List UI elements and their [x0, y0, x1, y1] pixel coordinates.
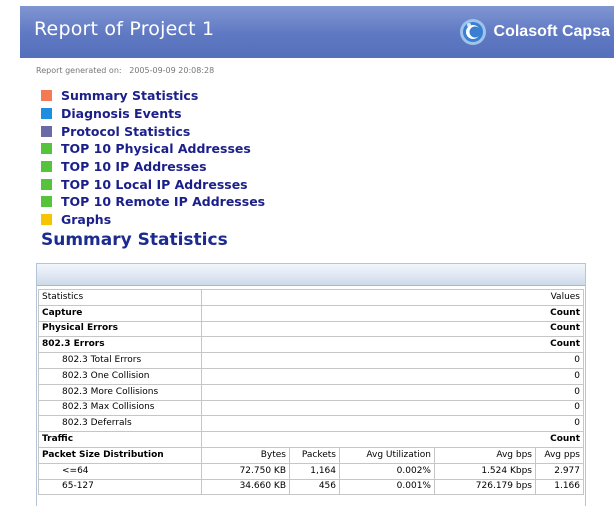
- table-row: Capture Count: [38, 304, 584, 322]
- row-label-traffic: Traffic: [38, 431, 202, 448]
- table-row: 802.3 More Collisions 0: [38, 383, 584, 401]
- table-row: 802.3 Max Collisions 0: [38, 399, 584, 417]
- brand-name: Colasoft Capsa: [493, 23, 610, 40]
- bullet-square-icon: [41, 125, 52, 137]
- packet-size-header-row: Packet Size Distribution Bytes Packets A…: [38, 446, 584, 464]
- row-label: 802.3 Deferrals: [38, 415, 202, 433]
- table-row: Physical Errors Count: [38, 320, 584, 338]
- toc-link-diagnosis-events[interactable]: Diagnosis Events: [61, 106, 182, 121]
- table-row: 802.3 Errors Count: [38, 336, 584, 354]
- bytes-cell: 34.660 KB: [201, 478, 290, 496]
- toc-item: Protocol Statistics: [41, 122, 265, 140]
- row-label-packet-size-distribution: Packet Size Distribution: [38, 446, 202, 464]
- row-value: Count: [201, 431, 584, 448]
- bullet-square-icon: [41, 108, 52, 120]
- row-label: 802.3 Max Collisions: [38, 399, 202, 417]
- packet-size-label: 65-127: [38, 478, 202, 496]
- generated-datetime: 2005-09-09 20:08:28: [129, 66, 215, 75]
- brand: Colasoft Capsa: [458, 16, 610, 48]
- section-title-summary-statistics: Summary Statistics: [41, 230, 228, 250]
- packets-cell: 456: [289, 478, 340, 496]
- table-row: 802.3 Deferrals 0: [38, 415, 584, 433]
- packet-size-label: <=64: [38, 462, 202, 480]
- pps-cell: 2.977: [535, 462, 584, 480]
- toc-link-top10-ip[interactable]: TOP 10 IP Addresses: [61, 159, 207, 174]
- row-label: 802.3 One Collision: [38, 367, 202, 385]
- report-generated-line: Report generated on: 2005-09-09 20:08:28: [36, 66, 214, 75]
- utilization-cell: 0.001%: [339, 478, 435, 496]
- table-row: 802.3 Total Errors 0: [38, 352, 584, 369]
- toc-item: TOP 10 Remote IP Addresses: [41, 193, 265, 211]
- table-of-contents: Summary Statistics Diagnosis Events Prot…: [41, 87, 265, 229]
- column-header-values: Values: [201, 289, 584, 306]
- bps-cell: 1.524 Kbps: [434, 462, 536, 480]
- row-value: 0: [201, 383, 584, 401]
- table-header-row: Statistics Values: [38, 289, 584, 306]
- row-value: Count: [201, 336, 584, 354]
- bps-cell: 726.179 bps: [434, 478, 536, 496]
- bullet-square-icon: [41, 143, 52, 155]
- table-row: Traffic Count: [38, 431, 584, 448]
- packets-cell: 1,164: [289, 462, 340, 480]
- row-label-capture: Capture: [38, 304, 202, 322]
- bullet-square-icon: [41, 90, 52, 102]
- column-header-bytes: Bytes: [201, 446, 290, 464]
- summary-statistics-panel: Statistics Values Capture Count Physical…: [36, 263, 586, 506]
- row-value: 0: [201, 399, 584, 417]
- toc-item: Diagnosis Events: [41, 105, 265, 123]
- bullet-square-icon: [41, 161, 52, 173]
- row-label: 802.3 More Collisions: [38, 383, 202, 401]
- colasoft-logo-icon: [459, 19, 486, 45]
- toc-item: TOP 10 Physical Addresses: [41, 140, 265, 158]
- toc-link-protocol-statistics[interactable]: Protocol Statistics: [61, 124, 190, 139]
- toc-item: TOP 10 IP Addresses: [41, 158, 265, 176]
- row-value: 0: [201, 415, 584, 433]
- bytes-cell: 72.750 KB: [201, 462, 290, 480]
- row-value: 0: [201, 352, 584, 369]
- toc-link-top10-physical[interactable]: TOP 10 Physical Addresses: [61, 141, 251, 156]
- panel-title-bar: [37, 264, 585, 286]
- generated-label: Report generated on:: [36, 66, 122, 75]
- summary-statistics-table: Statistics Values Capture Count Physical…: [38, 289, 584, 496]
- report-title: Report of Project 1: [34, 18, 215, 40]
- toc-item: Summary Statistics: [41, 87, 265, 105]
- table-row: <=64 72.750 KB 1,164 0.002% 1.524 Kbps 2…: [38, 462, 584, 480]
- column-header-avg-pps: Avg pps: [535, 446, 584, 464]
- bullet-square-icon: [41, 196, 52, 208]
- row-value: Count: [201, 320, 584, 338]
- row-value: 0: [201, 367, 584, 385]
- utilization-cell: 0.002%: [339, 462, 435, 480]
- toc-link-summary-statistics[interactable]: Summary Statistics: [61, 88, 198, 103]
- toc-link-top10-local-ip[interactable]: TOP 10 Local IP Addresses: [61, 177, 248, 192]
- table-row: 802.3 One Collision 0: [38, 367, 584, 385]
- pps-cell: 1.166: [535, 478, 584, 496]
- row-label-8023-errors: 802.3 Errors: [38, 336, 202, 354]
- row-value: Count: [201, 304, 584, 322]
- toc-link-graphs[interactable]: Graphs: [61, 212, 111, 227]
- column-header-avg-bps: Avg bps: [434, 446, 536, 464]
- bullet-square-icon: [41, 214, 52, 226]
- toc-link-top10-remote-ip[interactable]: TOP 10 Remote IP Addresses: [61, 194, 265, 209]
- row-label: 802.3 Total Errors: [38, 352, 202, 369]
- toc-item: Graphs: [41, 211, 265, 229]
- column-header-packets: Packets: [289, 446, 340, 464]
- report-header: Report of Project 1 Colasoft Capsa: [20, 6, 614, 58]
- toc-item: TOP 10 Local IP Addresses: [41, 175, 265, 193]
- column-header-avg-utilization: Avg Utilization: [339, 446, 435, 464]
- column-header-statistics: Statistics: [38, 289, 202, 306]
- row-label-physical-errors: Physical Errors: [38, 320, 202, 338]
- bullet-square-icon: [41, 178, 52, 190]
- table-row: 65-127 34.660 KB 456 0.001% 726.179 bps …: [38, 478, 584, 496]
